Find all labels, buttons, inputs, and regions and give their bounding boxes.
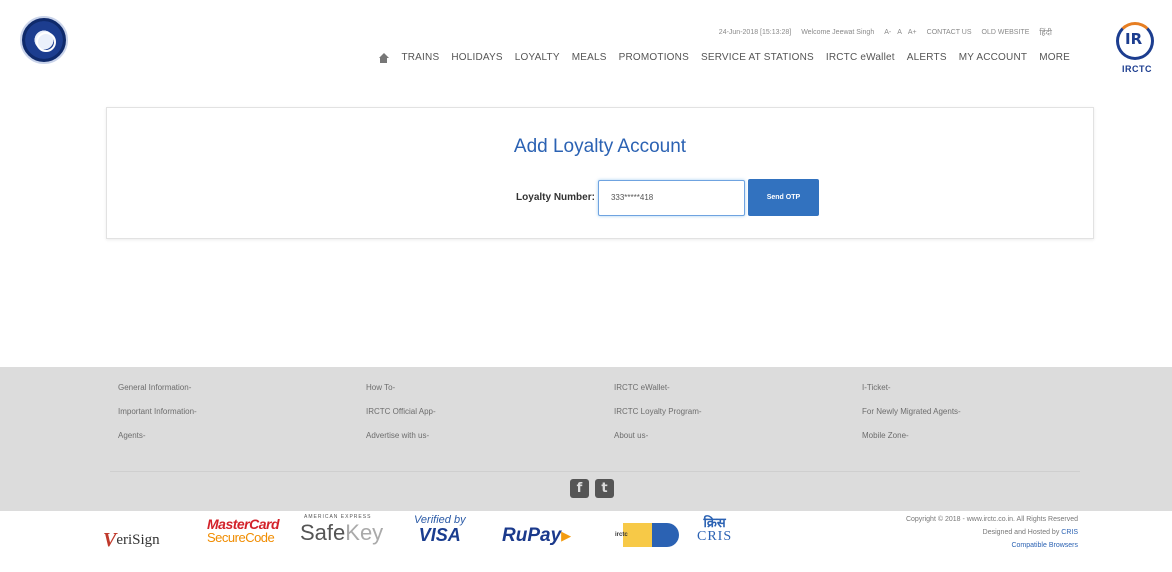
- loyalty-form-row: Loyalty Number: Send OTP: [107, 179, 1093, 216]
- font-size-controls: A- A A+: [884, 29, 916, 36]
- footer-link-migrated-agents[interactable]: For Newly Migrated Agents-: [862, 407, 1058, 416]
- nav-service-at-stations[interactable]: SERVICE AT STATIONS: [701, 52, 814, 63]
- footer-links: General Information- How To- IRCTC eWall…: [118, 383, 1058, 440]
- footer-link-i-ticket[interactable]: I-Ticket-: [862, 383, 1058, 392]
- page-title: Add Loyalty Account: [513, 136, 687, 157]
- verisign-badge-text: eriSign: [116, 532, 160, 548]
- facebook-icon[interactable]: f: [570, 479, 589, 498]
- safekey-text: SafeKey: [300, 522, 383, 544]
- irctc-badge-text: irctc: [615, 532, 628, 538]
- datetime-text: 24-Jun-2018 [15:13:28]: [718, 29, 792, 36]
- visa-text: VISA: [418, 525, 461, 545]
- nav-loyalty[interactable]: LOYALTY: [515, 52, 560, 63]
- mastercard-securecode-badge: MasterCard SecureCode: [207, 516, 280, 545]
- rupay-text: RuPay: [502, 525, 562, 546]
- home-icon[interactable]: [378, 52, 390, 63]
- contact-us-link[interactable]: CONTACT US: [927, 29, 972, 36]
- safekey-safe: Safe: [300, 520, 346, 545]
- safekey-key: Key: [345, 520, 384, 545]
- nav-holidays[interactable]: HOLIDAYS: [451, 52, 502, 63]
- partner-badges-strip: VeriSign MasterCard SecureCode AMERICAN …: [0, 511, 1172, 572]
- add-loyalty-card: Add Loyalty Account Loyalty Number: Send…: [106, 107, 1094, 239]
- twitter-icon[interactable]: t: [595, 479, 614, 498]
- indian-railways-logo[interactable]: [20, 16, 68, 64]
- site-header: 24-Jun-2018 [15:13:28] Welcome Jeewat Si…: [0, 0, 1172, 95]
- font-decrease-button[interactable]: A-: [884, 29, 891, 36]
- nav-more[interactable]: MORE: [1039, 52, 1070, 63]
- designed-by-text: Designed and Hosted by CRIS: [906, 526, 1078, 539]
- footer-link-ewallet[interactable]: IRCTC eWallet-: [614, 383, 862, 392]
- cris-link[interactable]: CRIS: [1061, 529, 1078, 536]
- hindi-language-link[interactable]: हिंदी: [1039, 27, 1052, 38]
- welcome-text: Welcome Jeewat Singh: [801, 29, 875, 36]
- nav-my-account[interactable]: MY ACCOUNT: [959, 52, 1028, 63]
- nav-alerts[interactable]: ALERTS: [907, 52, 947, 63]
- nav-meals[interactable]: MEALS: [572, 52, 607, 63]
- footer-link-general-information[interactable]: General Information-: [118, 383, 366, 392]
- copyright-block: Copyright © 2018 - www.irctc.co.in. All …: [906, 513, 1078, 552]
- irctc-logo[interactable]: IR IRCTC: [1112, 20, 1160, 76]
- footer-link-how-to[interactable]: How To-: [366, 383, 614, 392]
- irctc-logo-mark: IR: [1125, 30, 1143, 48]
- designed-by-prefix: Designed and Hosted by: [982, 529, 1062, 536]
- loyalty-number-label: Loyalty Number:: [516, 192, 595, 203]
- footer-divider: [110, 471, 1080, 472]
- loyalty-number-input[interactable]: [597, 179, 745, 216]
- font-normal-button[interactable]: A: [897, 29, 902, 36]
- social-links: f t: [570, 479, 614, 498]
- mastercard-text: MasterCard: [207, 516, 280, 532]
- footer-link-agents[interactable]: Agents-: [118, 431, 366, 440]
- send-otp-button[interactable]: Send OTP: [747, 179, 819, 216]
- irctc-badge: irctc: [611, 523, 679, 547]
- footer-link-advertise[interactable]: Advertise with us-: [366, 431, 614, 440]
- amex-safekey-badge: AMERICAN EXPRESS SafeKey: [300, 515, 383, 544]
- old-website-link[interactable]: OLD WEBSITE: [982, 29, 1030, 36]
- font-increase-button[interactable]: A+: [908, 29, 917, 36]
- footer-link-loyalty-program[interactable]: IRCTC Loyalty Program-: [614, 407, 862, 416]
- rupay-badge: RuPay ▶: [502, 525, 571, 547]
- header-topbar: 24-Jun-2018 [15:13:28] Welcome Jeewat Si…: [719, 27, 1052, 38]
- verified-by-visa-badge: Verified by VISA: [414, 515, 466, 545]
- footer-link-about-us[interactable]: About us-: [614, 431, 862, 440]
- main-nav: TRAINS HOLIDAYS LOYALTY MEALS PROMOTIONS…: [378, 52, 1070, 63]
- rupay-arrow-icon: ▶: [561, 528, 572, 543]
- footer-link-mobile-zone[interactable]: Mobile Zone-: [862, 431, 1058, 440]
- cris-english-text: CRIS: [697, 529, 733, 544]
- irctc-logo-text: IRCTC: [1122, 64, 1152, 74]
- copyright-text: Copyright © 2018 - www.irctc.co.in. All …: [905, 516, 1078, 523]
- compatible-browsers-link[interactable]: Compatible Browsers: [906, 539, 1078, 552]
- verisign-badge-v: V: [103, 529, 117, 551]
- footer-link-important-information[interactable]: Important Information-: [118, 407, 366, 416]
- footer-link-official-app[interactable]: IRCTC Official App-: [366, 407, 614, 416]
- securecode-text: SecureCode: [207, 530, 275, 545]
- verisign-badge: VeriSign: [103, 529, 160, 552]
- site-footer: General Information- How To- IRCTC eWall…: [0, 367, 1172, 511]
- nav-promotions[interactable]: PROMOTIONS: [619, 52, 689, 63]
- nav-trains[interactable]: TRAINS: [401, 52, 439, 63]
- cris-badge: क्रिस CRIS: [697, 517, 732, 544]
- nav-ewallet[interactable]: IRCTC eWallet: [826, 52, 895, 63]
